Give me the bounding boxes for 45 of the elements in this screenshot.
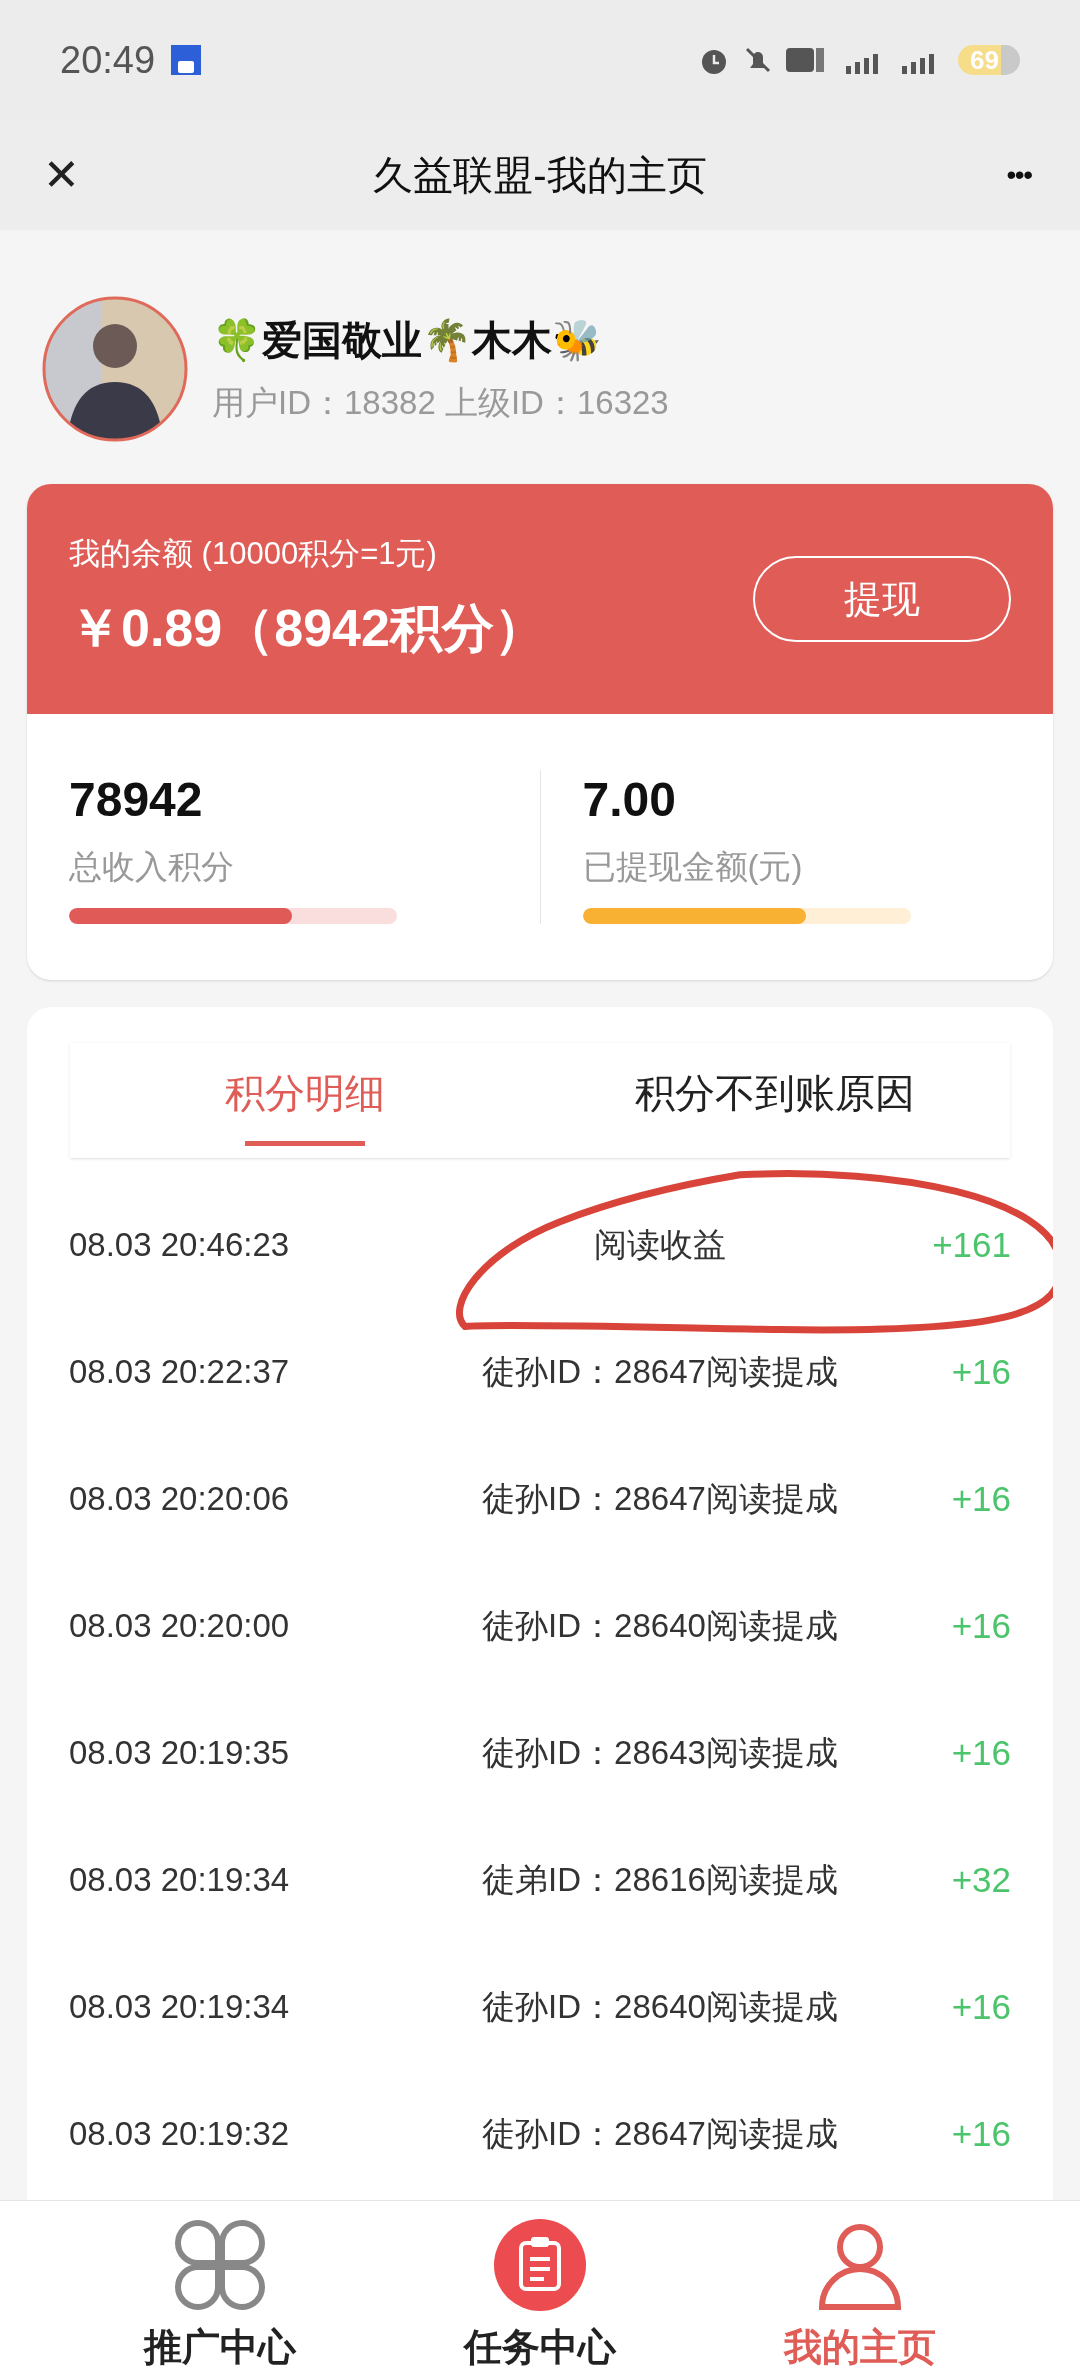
battery-indicator: 69 [958,45,1020,75]
record-amount: +16 [950,1604,1011,1647]
record-description: 徒孙ID：28647阅读提成 [481,1352,839,1393]
user-name: 🍀爱国敬业🌴木木🐝 [212,317,603,365]
record-time: 08.03 20:20:06 [69,1479,291,1520]
record-description: 徒孙ID：28647阅读提成 [481,1479,839,1520]
record-description: 徒孙ID：28643阅读提成 [481,1733,839,1774]
record-time: 08.03 20:19:34 [69,1860,291,1901]
user-ids: 用户ID：18382 上级ID：16323 [212,383,669,424]
record-time: 08.03 20:19:34 [69,1987,291,2028]
stat-label: 总收入积分 [69,847,235,887]
stat-value: 7.00 [582,772,677,828]
record-description: 徒孙ID：28640阅读提成 [481,1606,839,1647]
record-description: 阅读收益 [593,1225,727,1266]
record-time: 08.03 20:19:32 [69,2114,291,2155]
nav-tab[interactable]: 我的主页 [700,2201,1020,2377]
clover-icon [174,2219,266,2311]
record-time: 08.03 20:20:00 [69,1606,291,1647]
record-amount: +16 [950,1477,1011,1520]
nav-tab[interactable]: 推广中心 [60,2201,380,2377]
record-time: 08.03 20:46:23 [69,1225,291,1266]
stat-label: 已提现金额(元) [582,847,804,887]
more-button[interactable]: ••• [994,154,1044,196]
tab[interactable]: 积分不到账原因 [540,1042,1010,1158]
record-amount: +16 [950,1350,1011,1393]
record-amount: +32 [950,1858,1011,1901]
record-description: 徒孙ID：28640阅读提成 [481,1987,839,2028]
record-amount: +16 [950,1985,1011,2028]
record-time: 08.03 20:22:37 [69,1352,291,1393]
record-amount: +16 [950,1731,1011,1774]
clipboard-icon [494,2219,586,2311]
record-time: 08.03 20:19:35 [69,1733,291,1774]
stat-value: 78942 [69,772,204,828]
page-title: 久益联盟-我的主页 [373,152,707,199]
record-description: 徒弟ID：28616阅读提成 [481,1860,839,1901]
tab[interactable]: 积分明细 [70,1042,540,1158]
balance-amount: ￥0.89（8942积分） [69,598,546,660]
record-amount: +16 [950,2112,1011,2155]
withdraw-button[interactable]: 提现 [753,556,1011,642]
record-description: 徒孙ID：28647阅读提成 [481,2114,839,2155]
close-button[interactable]: ✕ [36,142,86,208]
nav-tab[interactable]: 任务中心 [380,2201,700,2377]
record-amount: +161 [931,1223,1011,1266]
status-time: 20:49 [60,37,156,83]
balance-label: 我的余额 (10000积分=1元) [69,534,438,573]
